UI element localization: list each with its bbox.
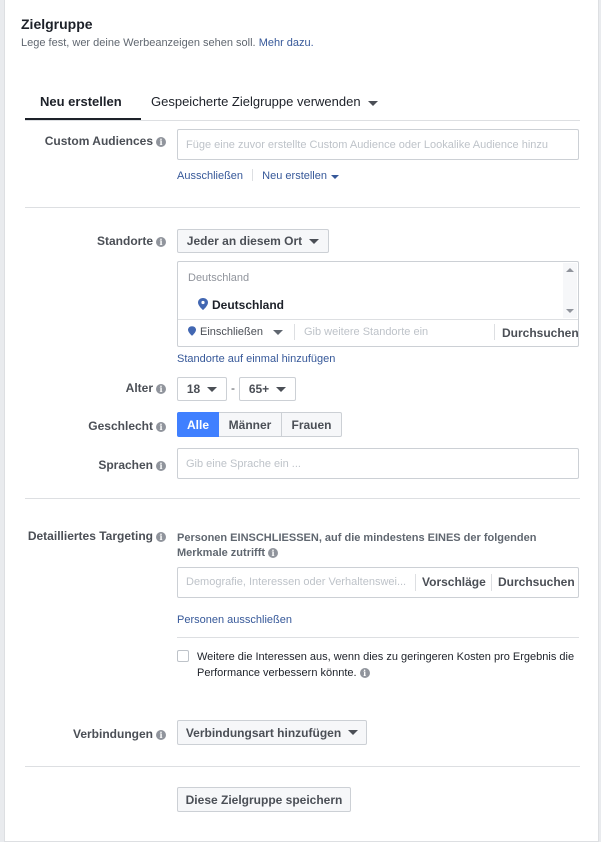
- caret-down-icon: [367, 101, 378, 106]
- location-pin-icon: [198, 298, 208, 310]
- exclude-people-link[interactable]: Personen ausschließen: [177, 614, 292, 626]
- detailed-targeting-description: Personen EINSCHLIESSEN, auf die mindeste…: [177, 531, 572, 561]
- custom-audience-input[interactable]: Füge eine zuvor erstellte Custom Audienc…: [177, 129, 579, 160]
- caret-down-icon: [348, 730, 359, 735]
- selected-location-label: Deutschland: [212, 298, 285, 312]
- info-icon[interactable]: i: [156, 730, 166, 740]
- info-icon[interactable]: i: [156, 237, 166, 247]
- save-audience-button[interactable]: Diese Zielgruppe speichern: [177, 787, 351, 812]
- section-divider: [25, 498, 580, 499]
- bulk-locations-link[interactable]: Standorte auf einmal hinzufügen: [177, 353, 335, 365]
- more-info-link[interactable]: Mehr dazu.: [259, 37, 314, 49]
- caret-down-icon: [309, 238, 320, 244]
- suggestions-button[interactable]: Vorschläge: [422, 575, 486, 589]
- languages-label: Sprachen i: [98, 458, 166, 472]
- detailed-targeting-description-text: Personen EINSCHLIESSEN, auf die mindeste…: [177, 532, 537, 559]
- section-divider: [25, 766, 580, 767]
- detailed-targeting-label-text: Detailliertes Targeting: [27, 529, 153, 543]
- languages-label-text: Sprachen: [98, 458, 153, 472]
- gender-option-all[interactable]: Alle: [177, 412, 219, 437]
- detailed-targeting-placeholder: Demografie, Interessen oder Verhaltenswe…: [186, 576, 407, 588]
- locations-label-text: Standorte: [96, 234, 153, 248]
- exclude-audience-link[interactable]: Ausschließen: [177, 170, 243, 182]
- tab-create-new[interactable]: Neu erstellen: [40, 94, 122, 109]
- selected-location[interactable]: Deutschland: [198, 298, 284, 312]
- age-label-text: Alter: [125, 381, 153, 395]
- info-icon[interactable]: i: [156, 461, 166, 471]
- caret-down-icon: [276, 386, 287, 392]
- info-icon[interactable]: i: [156, 137, 166, 147]
- field-divider: [491, 574, 492, 591]
- custom-audiences-label: Custom Audiences i: [45, 134, 166, 148]
- caret-down-icon: [272, 330, 283, 335]
- language-input[interactable]: Gib eine Sprache ein ...: [177, 448, 579, 479]
- audience-panel: Zielgruppe Lege fest, wer deine Werbeanz…: [4, 0, 599, 842]
- location-pin-icon: [188, 326, 196, 336]
- include-label: Einschließen: [200, 326, 263, 338]
- location-group-header: Deutschland: [188, 272, 250, 284]
- location-search-input[interactable]: Gib weitere Standorte ein: [304, 326, 484, 338]
- location-type-dropdown[interactable]: Jeder an diesem Ort: [177, 229, 329, 253]
- detailed-targeting-label: Detailliertes Targeting i: [28, 529, 166, 543]
- connection-type-label: Verbindungsart hinzufügen: [185, 725, 342, 740]
- custom-audience-links: Ausschließen Neu erstellen: [177, 169, 339, 182]
- expand-interests-label: Weitere die Interessen aus, wenn dies zu…: [197, 651, 575, 679]
- section-subtitle: Lege fest, wer deine Werbeanzeigen sehen…: [21, 37, 314, 49]
- scroll-up-icon[interactable]: [566, 268, 574, 272]
- age-max-value: 65+: [248, 382, 270, 396]
- section-title: Zielgruppe: [21, 16, 93, 32]
- detailed-targeting-input[interactable]: Demografie, Interessen oder Verhaltenswe…: [186, 576, 414, 588]
- gender-label: Geschlecht i: [88, 419, 166, 433]
- location-scrollbar[interactable]: [563, 263, 577, 318]
- age-min-value: 18: [186, 382, 201, 396]
- age-min-dropdown[interactable]: 18: [177, 377, 227, 401]
- custom-audience-placeholder: Füge eine zuvor erstellte Custom Audienc…: [186, 138, 549, 151]
- connections-label-text: Verbindungen: [72, 727, 153, 741]
- targeting-browse-button[interactable]: Durchsuchen: [498, 575, 575, 589]
- caret-down-icon: [331, 175, 339, 179]
- create-new-label: Neu erstellen: [262, 170, 327, 182]
- gender-option-women[interactable]: Frauen: [282, 412, 342, 437]
- field-divider: [494, 324, 495, 340]
- targeting-divider: [177, 637, 579, 638]
- location-type-label: Jeder an diesem Ort: [186, 234, 303, 248]
- subtitle-text: Lege fest, wer deine Werbeanzeigen sehen…: [21, 37, 256, 49]
- location-box-divider: [178, 319, 578, 320]
- location-browse-button[interactable]: Durchsuchen: [502, 326, 579, 340]
- info-icon[interactable]: i: [156, 532, 166, 542]
- age-separator: -: [231, 381, 235, 395]
- tab-divider: [25, 120, 580, 121]
- field-divider: [294, 324, 295, 340]
- locations-label: Standorte i: [97, 234, 166, 248]
- scroll-down-icon[interactable]: [566, 309, 574, 313]
- tab-saved-audience[interactable]: Gespeicherte Zielgruppe verwenden: [151, 94, 378, 109]
- location-search-placeholder: Gib weitere Standorte ein: [304, 326, 429, 338]
- field-divider: [415, 574, 416, 591]
- detailed-targeting-field: Demografie, Interessen oder Verhaltenswe…: [177, 567, 579, 598]
- include-dropdown[interactable]: Einschließen: [188, 326, 283, 338]
- info-icon[interactable]: i: [268, 548, 279, 558]
- info-icon[interactable]: i: [156, 422, 166, 432]
- expand-interests-checkbox[interactable]: [177, 650, 189, 662]
- section-divider: [25, 207, 580, 208]
- info-icon[interactable]: i: [156, 384, 166, 394]
- custom-audiences-label-text: Custom Audiences: [44, 134, 153, 148]
- connections-label: Verbindungen i: [73, 727, 166, 741]
- gender-label-text: Geschlecht: [88, 419, 153, 433]
- info-icon[interactable]: i: [359, 668, 370, 678]
- gender-option-men[interactable]: Männer: [219, 412, 282, 437]
- age-label: Alter i: [126, 381, 166, 395]
- link-divider: [252, 169, 254, 181]
- create-new-audience-link[interactable]: Neu erstellen: [262, 170, 339, 182]
- age-max-dropdown[interactable]: 65+: [239, 377, 296, 401]
- location-box: Deutschland Deutschland Einschließen Gib…: [177, 261, 579, 347]
- expand-interests-text: Weitere die Interessen aus, wenn dies zu…: [197, 649, 577, 681]
- language-placeholder: Gib eine Sprache ein ...: [186, 457, 301, 470]
- connection-type-dropdown[interactable]: Verbindungsart hinzufügen: [177, 720, 367, 745]
- tab-saved-audience-label: Gespeicherte Zielgruppe verwenden: [151, 94, 361, 109]
- gender-segmented-control: Alle Männer Frauen: [177, 412, 342, 437]
- caret-down-icon: [207, 386, 218, 392]
